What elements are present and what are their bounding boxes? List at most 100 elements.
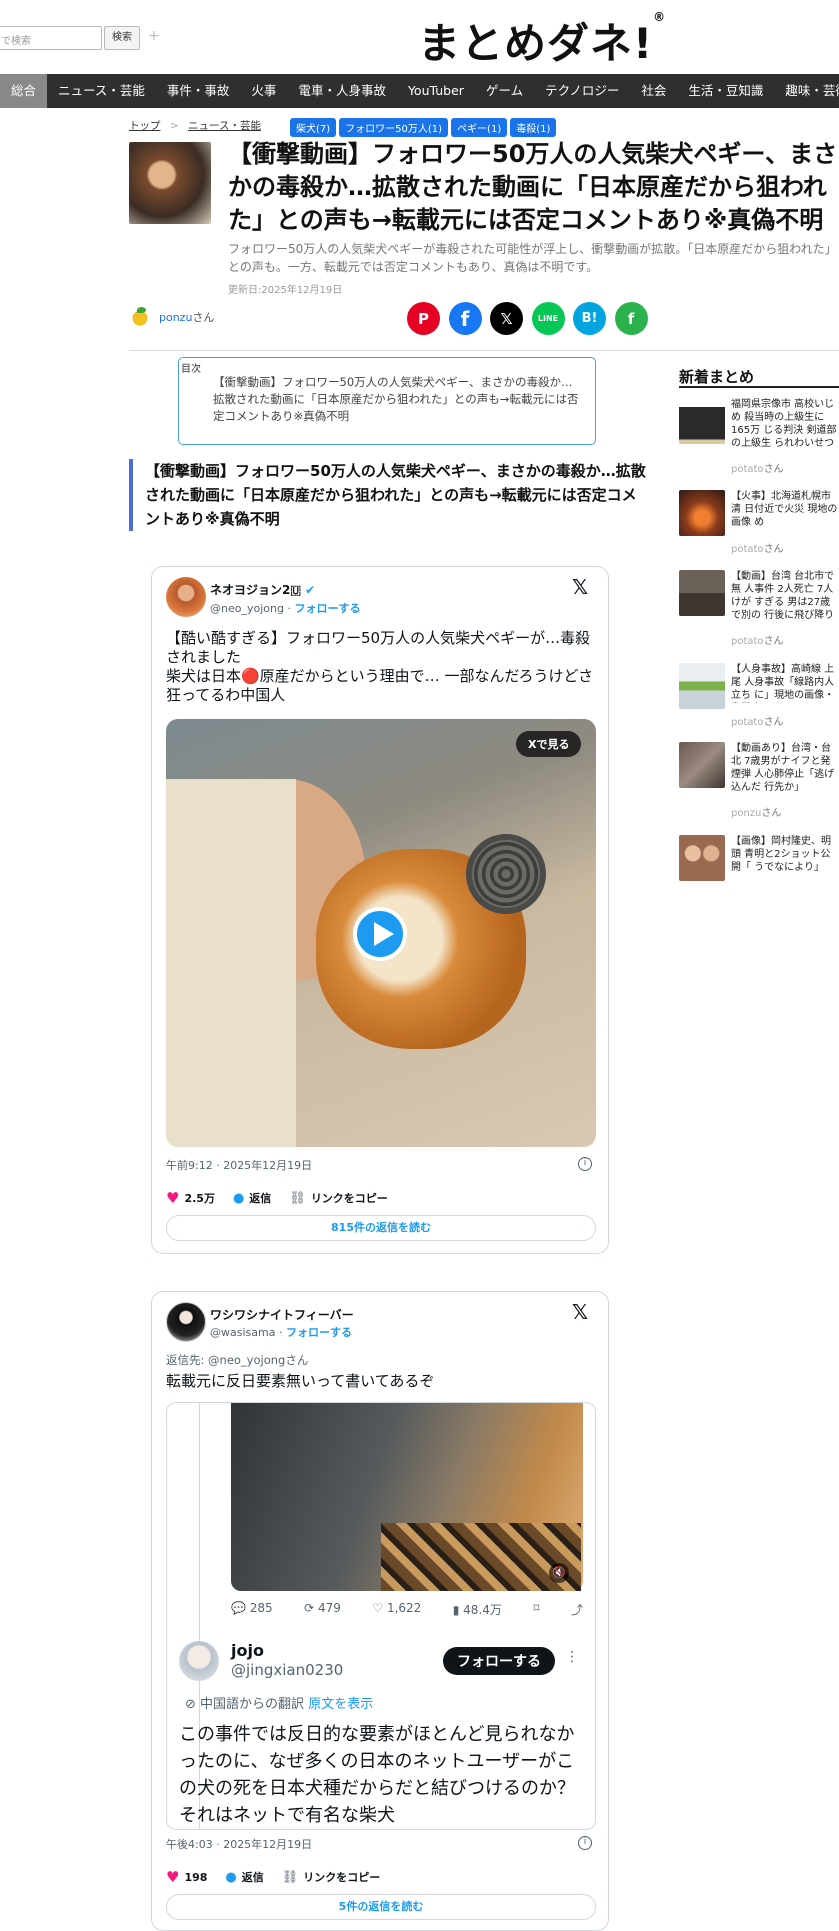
- like-button[interactable]: ♥ 198: [166, 1868, 207, 1886]
- read-replies-button[interactable]: 5件の返信を読む: [166, 1894, 596, 1920]
- nav-item-incident[interactable]: 事件・事故: [156, 74, 241, 108]
- sidebar-item-title[interactable]: 【画像】岡村隆史、明頭 青明と2ショット公開「 うでなにより」: [731, 835, 839, 875]
- embed-stats: 💬 285 ⟳ 479 ♡ 1,622 ▮ 48.4万 ⌑ ⤴: [231, 1601, 583, 1618]
- site-logo[interactable]: まとめダネ!®: [418, 10, 666, 71]
- article-summary: フォロワー50万人の人気柴犬ペギーが毒殺された可能性が浮上し、衝撃動画が拡散。「…: [228, 242, 837, 274]
- copy-link-button[interactable]: ⛓ リンクをコピー: [289, 1190, 388, 1206]
- tweet-user-name[interactable]: ワシワシナイトフィーバー: [210, 1306, 354, 1323]
- info-icon[interactable]: i: [578, 1157, 592, 1171]
- author[interactable]: ponzu さん: [129, 306, 214, 328]
- tag-peggy[interactable]: ペギー(1): [451, 118, 508, 137]
- follow-link[interactable]: フォローする: [286, 1326, 352, 1339]
- x-logo-icon[interactable]: 𝕏: [572, 575, 588, 599]
- author-suffix: さん: [192, 311, 215, 324]
- sidebar-item-3[interactable]: 【動画】台湾 台北市で無 人事件 2人死亡 7人けが すぎる 男は27歳で別の …: [679, 570, 839, 650]
- nav-item-life[interactable]: 生活・豆知識: [677, 74, 774, 108]
- tweet-timestamp[interactable]: 午後4:03 · 2025年12月19日: [166, 1836, 312, 1852]
- nav-item-hobby[interactable]: 趣味・芸術: [774, 74, 839, 108]
- nav-item-society[interactable]: 社会: [630, 74, 677, 108]
- hatena-share-button[interactable]: B!: [573, 302, 606, 335]
- tweet-video[interactable]: Xで見る: [166, 719, 596, 1147]
- tweet-timestamp[interactable]: 午前9:12 · 2025年12月19日: [166, 1157, 312, 1173]
- tag-list: 柴犬(7) フォロワー50万人(1) ペギー(1) 毒殺(1): [290, 117, 559, 137]
- reply-to[interactable]: 返信先: @neo_yojongさん: [166, 1352, 308, 1368]
- mute-icon[interactable]: 🔇: [549, 1563, 569, 1583]
- quoted-embed[interactable]: 🔇 💬 285 ⟳ 479 ♡ 1,622 ▮ 48.4万 ⌑ ⤴ jojo @…: [166, 1402, 596, 1830]
- sidebar-item-title[interactable]: 【人身事故】高崎線 上尾 人身事故「線路内人立ち に」現地の画像・動画ま: [731, 663, 839, 703]
- nav-item-all[interactable]: 総合: [0, 74, 48, 108]
- search-input[interactable]: で検索: [0, 26, 102, 50]
- sidebar-item-1[interactable]: 福岡県宗像市 高校いじめ 殺当時の上級生に165万 じる判決 剣道部の上級生 ら…: [679, 398, 839, 478]
- sidebar-item-title[interactable]: 福岡県宗像市 高校いじめ 殺当時の上級生に165万 じる判決 剣道部の上級生 ら…: [731, 398, 839, 450]
- toc-item[interactable]: 【衝撃動画】フォロワー50万人の人気柴犬ペギー、まさかの毒殺か…拡散された動画に…: [213, 374, 583, 425]
- share-buttons: P f 𝕏 LINE B! f: [407, 302, 656, 335]
- nav-item-fire[interactable]: 火事: [240, 74, 287, 108]
- tweet-user-name[interactable]: ネオヨジョン2🇺 ✔: [210, 581, 315, 598]
- breadcrumb-category[interactable]: ニュース・芸能: [188, 120, 261, 132]
- updated-date: 更新日:2025年12月19日: [228, 285, 343, 296]
- feedly-share-button[interactable]: f: [614, 302, 648, 335]
- article-thumbnail: [129, 142, 211, 224]
- x-logo-icon[interactable]: 𝕏: [572, 1300, 588, 1324]
- nav-item-game[interactable]: ゲーム: [475, 74, 534, 108]
- sidebar-item-2[interactable]: 【火事】北海道札幌市清 日付近で火災 現地の画像 め potatoさん: [679, 490, 839, 570]
- nav-item-youtuber[interactable]: YouTuber: [397, 74, 475, 108]
- retweet-count[interactable]: ⟳ 479: [304, 1601, 341, 1618]
- plus-icon[interactable]: +: [148, 28, 160, 44]
- follow-link[interactable]: フォローする: [294, 602, 360, 615]
- nav-item-train[interactable]: 電車・人身事故: [287, 74, 397, 108]
- sidebar-item-6[interactable]: 【画像】岡村隆史、明頭 青明と2ショット公開「 うでなにより」: [679, 835, 839, 885]
- tweet-avatar[interactable]: [166, 1302, 206, 1342]
- read-replies-button[interactable]: 815件の返信を読む: [166, 1215, 596, 1241]
- quote-follow-button[interactable]: フォローする: [443, 1647, 555, 1675]
- like-button[interactable]: ♥ 2.5万: [166, 1189, 215, 1207]
- share-icon[interactable]: ⤴: [571, 1601, 583, 1618]
- more-icon[interactable]: ⋮: [565, 1649, 579, 1665]
- sidebar-item-title[interactable]: 【動画】台湾 台北市で無 人事件 2人死亡 7人けが すぎる 男は27歳で別の …: [731, 570, 839, 622]
- tag-shiba[interactable]: 柴犬(7): [290, 118, 337, 137]
- sidebar-item-4[interactable]: 【人身事故】高崎線 上尾 人身事故「線路内人立ち に」現地の画像・動画ま pot…: [679, 663, 839, 743]
- bookmark-icon[interactable]: ⌑: [533, 1601, 539, 1618]
- sidebar-item-5[interactable]: 【動画あり】台湾・台北 7歳男がナイフと発煙弾 人心肺停止「逃げ込んだ 行先か」…: [679, 742, 839, 822]
- tag-poison[interactable]: 毒殺(1): [510, 118, 557, 137]
- x-share-button[interactable]: 𝕏: [490, 302, 523, 335]
- sidebar-item-title[interactable]: 【火事】北海道札幌市清 日付近で火災 現地の画像 め: [731, 490, 839, 530]
- sidebar-thumb: [679, 398, 725, 444]
- show-original-link[interactable]: 原文を表示: [308, 1697, 373, 1712]
- pinterest-share-button[interactable]: P: [407, 302, 440, 335]
- translate-icon: ⊘: [185, 1697, 196, 1712]
- breadcrumb-top[interactable]: トップ: [129, 120, 161, 132]
- quote-user-name[interactable]: jojo: [231, 1641, 264, 1660]
- sidebar-thumb: [679, 835, 725, 881]
- nav-item-news[interactable]: ニュース・芸能: [47, 74, 156, 108]
- reply-button[interactable]: ● 返信: [225, 1869, 263, 1885]
- search-button[interactable]: 検索: [104, 26, 140, 50]
- sidebar-item-author: potatoさん: [731, 636, 784, 647]
- nav-item-tech[interactable]: テクノロジー: [534, 74, 630, 108]
- breadcrumb: トップ > ニュース・芸能: [129, 118, 267, 133]
- sidebar-item-author: ponzuさん: [731, 808, 782, 819]
- sidebar-item-author: potatoさん: [731, 464, 784, 475]
- tweet-avatar[interactable]: [166, 577, 206, 617]
- translation-note: ⊘ 中国語からの翻訳 原文を表示: [185, 1697, 374, 1712]
- link-icon: ⛓: [281, 1869, 299, 1885]
- reply-count[interactable]: 💬 285: [231, 1601, 273, 1618]
- quote-avatar[interactable]: [179, 1641, 219, 1681]
- info-icon[interactable]: i: [578, 1836, 592, 1850]
- breadcrumb-separator: >: [169, 120, 179, 132]
- copy-link-button[interactable]: ⛓ リンクをコピー: [282, 1869, 381, 1885]
- embed-video[interactable]: 🔇: [231, 1403, 583, 1591]
- view-on-x-button[interactable]: Xで見る: [516, 731, 582, 757]
- sidebar-thumb: [679, 663, 725, 709]
- sidebar-item-title[interactable]: 【動画あり】台湾・台北 7歳男がナイフと発煙弾 人心肺停止「逃げ込んだ 行先か」: [731, 742, 839, 794]
- section-heading: 【衝撃動画】フォロワー50万人の人気柴犬ペギー、まさかの毒殺か…拡散された動画に…: [129, 459, 647, 531]
- play-button[interactable]: [353, 907, 407, 961]
- line-share-button[interactable]: LINE: [531, 302, 565, 335]
- facebook-share-button[interactable]: f: [448, 302, 482, 335]
- tag-followers[interactable]: フォロワー50万人(1): [339, 118, 449, 137]
- view-count[interactable]: ▮ 48.4万: [453, 1601, 502, 1618]
- reply-button[interactable]: ● 返信: [233, 1190, 271, 1206]
- author-name[interactable]: ponzu: [159, 311, 192, 324]
- like-count[interactable]: ♡ 1,622: [372, 1601, 421, 1618]
- author-avatar-icon: [129, 306, 151, 328]
